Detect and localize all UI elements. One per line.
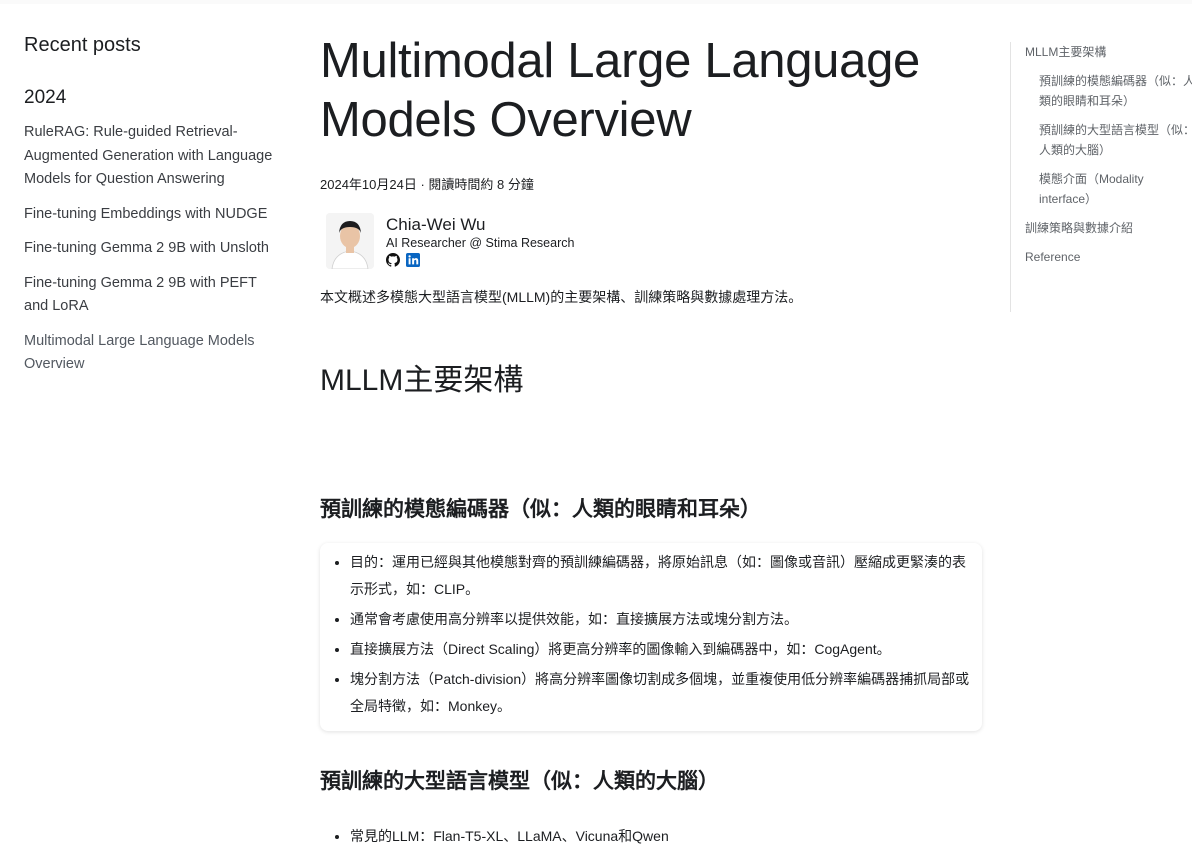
author-info: Chia-Wei Wu AI Researcher @ Stima Resear… <box>386 213 574 267</box>
avatar-image <box>326 213 374 269</box>
llm-bullet-list: 常見的LLM：Flan-T5-XL、LLaMA、Vicuna和Qwen <box>320 823 982 850</box>
author-avatar[interactable] <box>326 213 374 269</box>
section-heading-architecture: MLLM主要架構 <box>320 364 524 397</box>
list-item: 目的：運用已經與其他模態對齊的預訓練編碼器，將原始訊息（如：圖像或音訊）壓縮成更… <box>350 549 974 603</box>
post-meta: 2024年10月24日 · 閱讀時間約 8 分鐘 <box>320 177 534 192</box>
sidebar-title: Recent posts <box>24 34 141 56</box>
sidebar-post-link-text[interactable]: Multimodal Large Language Models Overvie… <box>24 333 255 373</box>
sidebar-post-link[interactable]: RuleRAG: Rule-guided Retrieval-Augmented… <box>24 121 274 192</box>
subsection-heading-llm: 預訓練的大型語言模型（似：人類的大腦） <box>320 770 719 793</box>
linkedin-icon[interactable] <box>406 253 420 267</box>
sidebar-post-link-text[interactable]: Fine-tuning Gemma 2 9B with PEFT and LoR… <box>24 275 257 315</box>
table-of-contents: MLLM主要架構 預訓練的模態編碼器（似：人類的眼睛和耳朵） 預訓練的大型語言模… <box>1010 42 1192 312</box>
encoder-card: 目的：運用已經與其他模態對齊的預訓練編碼器，將原始訊息（如：圖像或音訊）壓縮成更… <box>320 543 982 731</box>
list-item: 直接擴展方法（Direct Scaling）將更高分辨率的圖像輸入到編碼器中，如… <box>350 636 974 663</box>
list-item: 通常會考慮使用高分辨率以提供效能，如：直接擴展方法或塊分割方法。 <box>350 606 974 633</box>
post-title: Multimodal Large Language Models Overvie… <box>320 34 920 147</box>
author-block: Chia-Wei Wu AI Researcher @ Stima Resear… <box>320 213 982 273</box>
top-bar <box>0 0 1192 4</box>
sidebar-post-link[interactable]: Fine-tuning Gemma 2 9B with Unsloth <box>24 237 274 261</box>
list-item: 常見的LLM：Flan-T5-XL、LLaMA、Vicuna和Qwen <box>350 823 982 850</box>
sidebar-post-link-active[interactable]: Multimodal Large Language Models Overvie… <box>24 330 274 377</box>
toc-item[interactable]: 預訓練的大型語言模型（似：人類的大腦） <box>1025 120 1192 160</box>
toc-item[interactable]: 模態介面（Modality interface） <box>1025 169 1192 209</box>
author-name[interactable]: Chia-Wei Wu <box>386 215 574 235</box>
sidebar-post-link[interactable]: Fine-tuning Gemma 2 9B with PEFT and LoR… <box>24 272 274 319</box>
sidebar-post-link-text[interactable]: Fine-tuning Gemma 2 9B with Unsloth <box>24 240 269 256</box>
sidebar-post-link[interactable]: Fine-tuning Embeddings with NUDGE <box>24 203 274 227</box>
author-socials <box>386 253 574 267</box>
sidebar-post-link-text[interactable]: Fine-tuning Embeddings with NUDGE <box>24 206 267 222</box>
list-item: 塊分割方法（Patch-division）將高分辨率圖像切割成多個塊，並重複使用… <box>350 666 974 720</box>
article: Multimodal Large Language Models Overvie… <box>320 32 982 850</box>
sidebar-year-heading: 2024 <box>24 87 67 108</box>
author-role: AI Researcher @ Stima Research <box>386 236 575 250</box>
toc-item[interactable]: 預訓練的模態編碼器（似：人類的眼睛和耳朵） <box>1025 71 1192 111</box>
toc-item[interactable]: MLLM主要架構 <box>1025 42 1192 62</box>
toc-item[interactable]: 訓練策略與數據介紹 <box>1025 218 1192 238</box>
encoder-bullet-list: 目的：運用已經與其他模態對齊的預訓練編碼器，將原始訊息（如：圖像或音訊）壓縮成更… <box>348 549 974 720</box>
sidebar-post-link-text[interactable]: RuleRAG: Rule-guided Retrieval-Augmented… <box>24 124 272 187</box>
recent-posts-sidebar: Recent posts 2024 RuleRAG: Rule-guided R… <box>24 34 274 388</box>
toc-item[interactable]: Reference <box>1025 247 1192 267</box>
post-summary: 本文概述多模態大型語言模型(MLLM)的主要架構、訓練策略與數據處理方法。 <box>320 289 803 305</box>
post-list: RuleRAG: Rule-guided Retrieval-Augmented… <box>24 121 274 377</box>
subsection-heading-encoder: 預訓練的模態編碼器（似：人類的眼睛和耳朵） <box>320 498 761 521</box>
github-icon[interactable] <box>386 253 400 267</box>
